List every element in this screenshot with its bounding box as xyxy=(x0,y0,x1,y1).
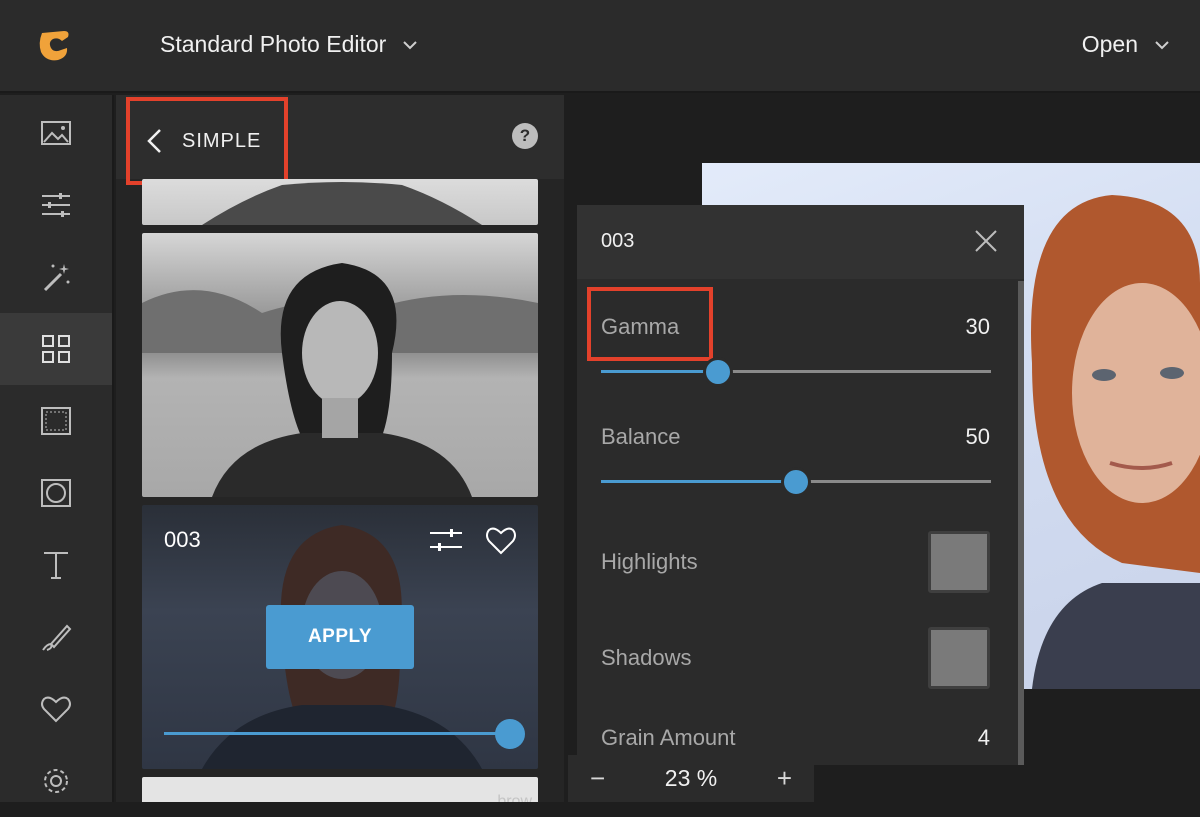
slider-fill xyxy=(601,370,718,373)
gamma-label: Gamma xyxy=(601,314,680,339)
zoom-in-button[interactable]: + xyxy=(777,763,792,794)
grain-amount-label: Grain Amount xyxy=(601,725,736,750)
zoom-level[interactable]: 23 % xyxy=(665,765,717,792)
scrollbar[interactable] xyxy=(1018,281,1024,765)
chevron-down-icon xyxy=(1155,40,1169,49)
editor-mode-dropdown[interactable]: Standard Photo Editor xyxy=(160,31,418,58)
adjustments-header: 003 xyxy=(577,205,1024,279)
tool-sidebar xyxy=(0,95,114,802)
chevron-left-icon xyxy=(147,129,161,153)
portrait-image xyxy=(202,182,482,225)
top-bar: Standard Photo Editor Open xyxy=(0,0,1200,93)
preset-card-selected[interactable]: 003 APPLY xyxy=(142,505,538,769)
grid-icon xyxy=(42,335,70,363)
tool-vignette[interactable] xyxy=(0,457,112,529)
tool-frames[interactable] xyxy=(0,385,112,457)
text-icon xyxy=(44,552,68,579)
preset-thumbnail[interactable]: brow xyxy=(142,777,538,802)
gamma-slider[interactable] xyxy=(601,357,991,387)
brush-icon xyxy=(42,624,72,651)
category-title: SIMPLE xyxy=(182,129,262,152)
open-menu-button[interactable]: Open xyxy=(1082,31,1170,58)
close-icon[interactable] xyxy=(974,229,998,253)
slider-fill xyxy=(601,480,796,483)
balance-slider[interactable] xyxy=(601,467,991,497)
tool-favorites[interactable] xyxy=(0,673,112,745)
chevron-down-icon xyxy=(403,40,418,49)
thumbnail-caption: brow xyxy=(497,793,532,802)
open-label: Open xyxy=(1081,31,1138,57)
presets-panel: SIMPLE ? 003 APPLY brow xyxy=(116,95,564,802)
preset-name: 003 xyxy=(164,527,201,552)
highlights-color-swatch[interactable] xyxy=(928,531,990,593)
heart-icon xyxy=(41,696,71,723)
slider-fill xyxy=(164,732,516,735)
gear-icon xyxy=(44,769,68,793)
app-logo-icon[interactable] xyxy=(36,27,72,63)
preset-thumbnail[interactable] xyxy=(142,179,538,225)
shadows-color-swatch[interactable] xyxy=(928,627,990,689)
balance-label: Balance xyxy=(601,424,681,449)
sliders-icon[interactable] xyxy=(428,523,464,557)
preset-thumbnail[interactable] xyxy=(142,233,538,497)
app-title: Standard Photo Editor xyxy=(160,31,387,57)
frame-icon xyxy=(41,407,71,435)
panel-header: SIMPLE ? xyxy=(116,95,564,185)
slider-knob[interactable] xyxy=(781,467,811,497)
zoom-out-button[interactable]: − xyxy=(590,763,605,794)
preset-strength-slider[interactable] xyxy=(164,719,525,749)
tool-presets[interactable] xyxy=(0,313,112,385)
vignette-icon xyxy=(41,479,71,507)
tool-effects[interactable] xyxy=(0,241,112,313)
tool-adjust[interactable] xyxy=(0,169,112,241)
grain-amount-value: 4 xyxy=(977,725,990,750)
tool-image[interactable] xyxy=(0,97,112,169)
heart-icon[interactable] xyxy=(484,523,518,557)
gamma-value: 30 xyxy=(965,314,990,339)
help-icon[interactable]: ? xyxy=(512,123,538,149)
zoom-bar: − 23 % + xyxy=(568,755,814,802)
balance-value: 50 xyxy=(965,424,990,449)
apply-button[interactable]: APPLY xyxy=(266,605,414,669)
highlights-label: Highlights xyxy=(601,549,698,574)
shadows-label: Shadows xyxy=(601,645,692,670)
back-button[interactable]: SIMPLE xyxy=(126,97,288,185)
tool-settings[interactable] xyxy=(0,745,112,817)
sliders-icon xyxy=(42,193,70,217)
adjustments-title: 003 xyxy=(601,230,635,252)
magic-wand-icon xyxy=(43,264,70,292)
preset-adjustments-panel: 003 Gamma 30 Balance 50 Highlights Shado… xyxy=(577,205,1024,765)
slider-knob[interactable] xyxy=(495,719,525,749)
tool-text[interactable] xyxy=(0,529,112,601)
slider-knob[interactable] xyxy=(703,357,733,387)
image-icon xyxy=(41,121,71,145)
portrait-image xyxy=(142,263,538,497)
tool-draw[interactable] xyxy=(0,601,112,673)
